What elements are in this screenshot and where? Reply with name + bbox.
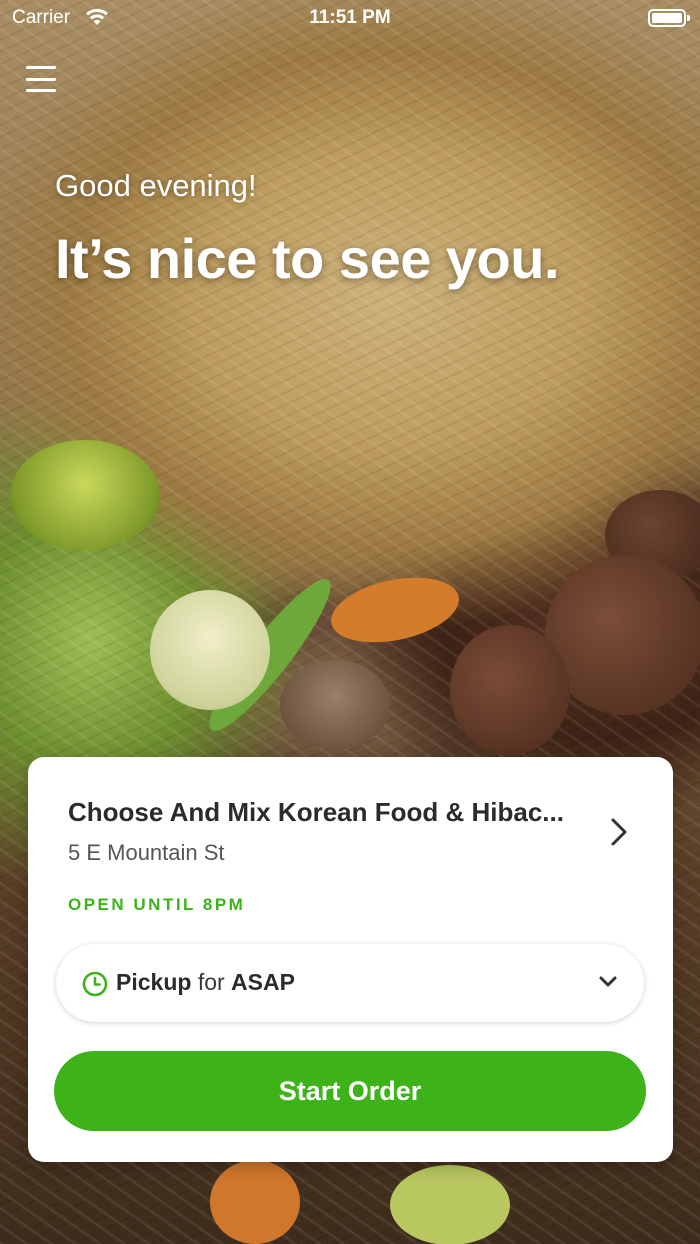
order-mode: Pickup bbox=[116, 969, 192, 995]
start-order-button[interactable]: Start Order bbox=[54, 1051, 646, 1131]
status-time: 11:51 PM bbox=[309, 7, 391, 28]
restaurant-card: Choose And Mix Korean Food & Hibac... 5 … bbox=[28, 757, 673, 1162]
battery-icon bbox=[648, 9, 690, 27]
order-connector: for bbox=[197, 969, 225, 995]
pickup-time-selector[interactable]: Pickup for ASAP bbox=[56, 944, 644, 1022]
greeting-subtitle: Good evening! bbox=[55, 168, 257, 203]
restaurant-address: 5 E Mountain St bbox=[68, 840, 225, 865]
chevron-down-icon bbox=[599, 976, 617, 987]
open-status-badge: OPEN UNTIL 8PM bbox=[68, 895, 246, 914]
chevron-right-icon[interactable] bbox=[608, 817, 630, 847]
hamburger-menu-icon[interactable] bbox=[22, 62, 60, 96]
greeting-title: It’s nice to see you. bbox=[55, 227, 560, 290]
restaurant-name[interactable]: Choose And Mix Korean Food & Hibac... bbox=[68, 797, 588, 828]
order-time: ASAP bbox=[231, 969, 295, 995]
clock-icon bbox=[82, 971, 108, 997]
pickup-label: Pickup for ASAP bbox=[116, 969, 295, 996]
status-bar: Carrier 11:51 PM bbox=[0, 0, 700, 40]
